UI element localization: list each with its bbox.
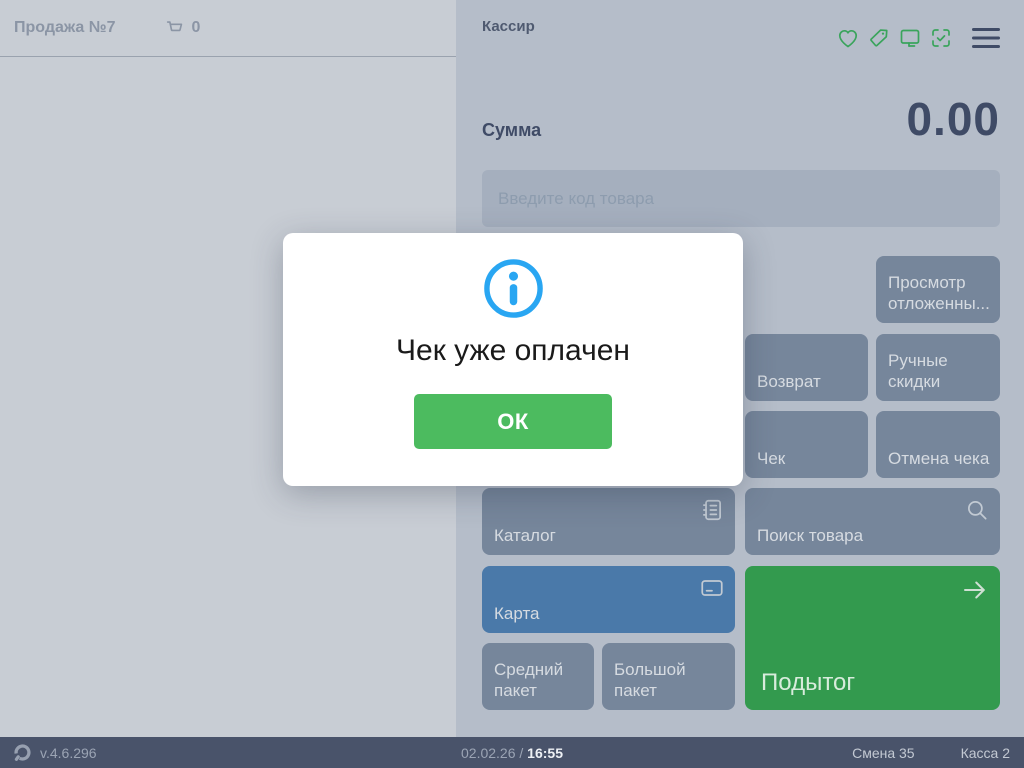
register-label: Касса 2 [961, 745, 1010, 761]
scan-check-icon[interactable] [929, 26, 953, 50]
product-code-input[interactable] [482, 170, 1000, 227]
info-dialog: Чек уже оплачен ОК [283, 233, 743, 486]
sum-label: Сумма [482, 120, 541, 141]
subtotal-button[interactable]: Подытог [745, 566, 1000, 710]
search-icon [964, 497, 990, 523]
sum-value: 0.00 [906, 92, 1000, 146]
status-date: 02.02.26 / [461, 745, 523, 761]
view-deferred-button[interactable]: Просмотр отложенны... [876, 256, 1000, 323]
credit-card-icon [699, 575, 725, 601]
catalog-button[interactable]: Каталог [482, 488, 735, 555]
cancel-receipt-button[interactable]: Отмена чека [876, 411, 1000, 478]
return-button[interactable]: Возврат [745, 334, 868, 401]
manual-discounts-button[interactable]: Ручные скидки [876, 334, 1000, 401]
shift-label: Смена 35 [852, 745, 915, 761]
status-right: Смена 35 Касса 2 [852, 745, 1010, 761]
cart-indicator[interactable]: 0 [164, 17, 201, 39]
cashier-label: Кассир [482, 18, 535, 35]
sale-title: Продажа №7 [14, 19, 116, 37]
medium-bag-button[interactable]: Средний пакет [482, 643, 594, 710]
arrow-right-icon [960, 575, 990, 605]
price-tag-icon[interactable] [867, 26, 891, 50]
heart-icon[interactable] [836, 26, 860, 50]
info-icon [482, 257, 545, 320]
big-bag-button[interactable]: Большой пакет [602, 643, 735, 710]
menu-icon[interactable] [972, 27, 1000, 49]
status-time: 16:55 [527, 745, 563, 761]
search-product-button[interactable]: Поиск товара [745, 488, 1000, 555]
cart-icon [164, 17, 186, 39]
ok-button[interactable]: ОК [414, 394, 612, 449]
receipt-button[interactable]: Чек [745, 411, 868, 478]
catalog-icon [699, 497, 725, 523]
status-bar: v.4.6.296 02.02.26 / 16:55 Смена 35 Касс… [0, 737, 1024, 768]
cart-count: 0 [192, 19, 201, 37]
dialog-message: Чек уже оплачен [283, 334, 743, 368]
card-payment-button[interactable]: Карта [482, 566, 735, 633]
pos-app: Продажа №7 0 Кассир [0, 0, 1024, 768]
header-icons [836, 26, 1000, 50]
sale-topbar: Продажа №7 0 [0, 0, 456, 57]
display-icon[interactable] [898, 26, 922, 50]
